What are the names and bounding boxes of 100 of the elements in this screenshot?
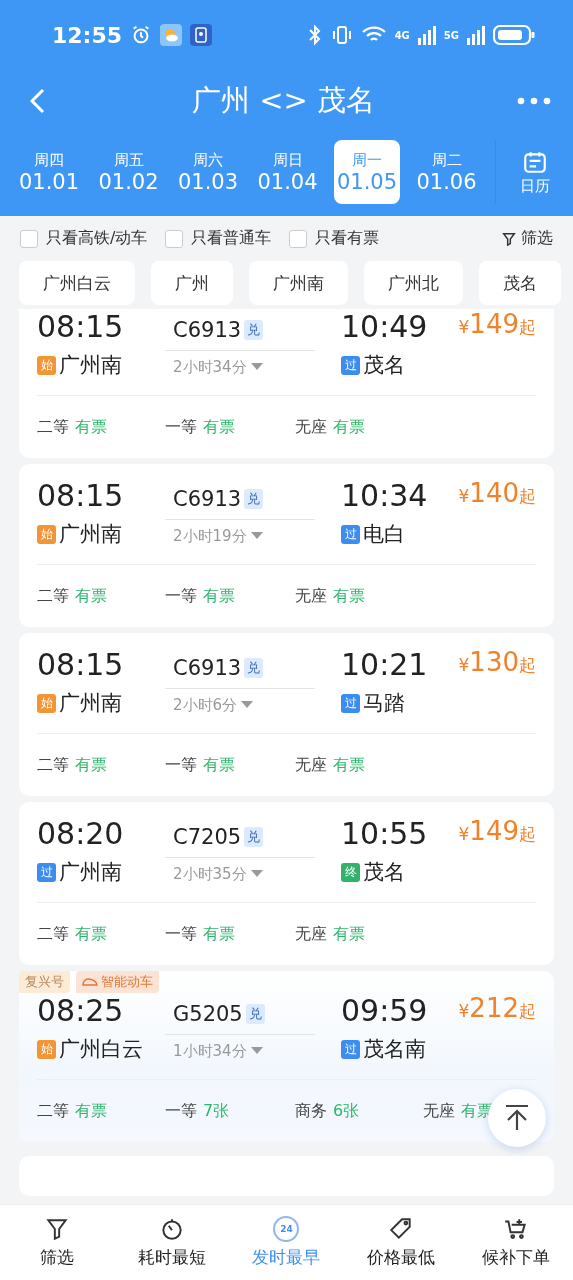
- exchange-tag: 兑: [244, 319, 264, 340]
- checkbox[interactable]: [20, 229, 38, 248]
- arrival-station: 茂名南: [363, 1036, 426, 1063]
- price: ¥149起: [458, 816, 536, 848]
- train-card[interactable]: 08:15 C6913 兑 10:49 ¥149起 始 广州南 2小时34分 过 茂名 二等 有票 一等 有票 无座 有票: [19, 309, 554, 458]
- app-icon: [190, 24, 213, 46]
- arrival-time: 10:49: [341, 309, 428, 344]
- seat-class: 无座: [295, 754, 327, 776]
- seat-class: 一等: [165, 923, 197, 945]
- arrival-station: 电白: [363, 521, 405, 548]
- price: ¥140起: [458, 478, 536, 510]
- seat-class: 一等: [165, 1100, 197, 1122]
- more-icon[interactable]: [517, 96, 551, 106]
- seat-class: 二等: [37, 1100, 69, 1122]
- train-card[interactable]: 08:20 C7205 兑 10:55 ¥149起 过 广州南 2小时35分 终 茂名 二等 有票 一等 有票 无座 有票: [19, 802, 554, 965]
- train-card[interactable]: 08:15 C6913 兑 10:34 ¥140起 始 广州南 2小时19分 过 电白 二等 有票 一等 有票 无座 有票: [19, 464, 554, 627]
- station-tag: 过: [341, 693, 360, 713]
- weather-app-icon: [160, 24, 183, 46]
- arrival-time: 10:34: [341, 478, 428, 513]
- station-chip[interactable]: 广州北: [364, 261, 463, 305]
- station-tag: 过: [341, 524, 360, 544]
- exchange-tag: 兑: [244, 657, 264, 678]
- departure-time: 08:20: [37, 816, 125, 852]
- seat-class: 无座: [295, 923, 327, 945]
- seat-class: 二等: [37, 754, 69, 776]
- route-title: 广州 <> 茂名: [190, 82, 376, 119]
- dropdown-icon[interactable]: [250, 1047, 263, 1055]
- station-tag: 终: [341, 862, 360, 882]
- badge-label: 复兴号: [25, 973, 64, 991]
- dropdown-icon[interactable]: [250, 363, 263, 371]
- seat-availability: 有票: [75, 585, 107, 607]
- bluetooth-icon: [306, 24, 323, 46]
- signal-icon: [417, 25, 436, 45]
- checkbox-label[interactable]: 只看高铁/动车: [46, 228, 148, 249]
- train-number: C6913: [173, 654, 242, 682]
- price: ¥212起: [458, 993, 536, 1025]
- price: ¥149起: [458, 309, 536, 341]
- network-label: 4G: [394, 29, 410, 41]
- seat-availability: 6张: [333, 1100, 360, 1122]
- seat-class: 一等: [165, 585, 197, 607]
- exchange-tag: 兑: [244, 488, 264, 509]
- sort-tab[interactable]: 耗时最短: [114, 1205, 230, 1280]
- seat-class: 二等: [37, 923, 69, 945]
- station-tag: 始: [37, 693, 56, 713]
- date-label: 01.02: [98, 169, 159, 194]
- weekday-label: 周二: [431, 150, 462, 170]
- departure-time: 08:25: [37, 993, 125, 1029]
- seat-availability: 有票: [333, 585, 365, 607]
- date-label: 01.05: [336, 169, 398, 194]
- weekday-label: 周五: [113, 150, 144, 170]
- exchange-tag: 兑: [244, 826, 264, 847]
- checkbox[interactable]: [289, 229, 308, 248]
- seat-class: 商务: [295, 1100, 327, 1122]
- checkbox[interactable]: [165, 229, 184, 248]
- checkbox-label[interactable]: 只看有票: [315, 228, 380, 249]
- weekday-label: 周六: [193, 150, 223, 170]
- train-card[interactable]: 08:15 C6913 兑 10:21 ¥130起 始 广州南 2小时6分 过 马踏 二等 有票 一等 有票 无座 有票: [19, 633, 554, 796]
- sort-tab[interactable]: 筛选: [0, 1205, 115, 1280]
- arrival-station: 茂名: [363, 859, 405, 886]
- date-label: 01.06: [416, 169, 477, 194]
- station-chip[interactable]: 广州: [151, 261, 233, 305]
- clock-badge-icon: 24: [273, 1216, 300, 1242]
- checkbox-label[interactable]: 只看普通车: [191, 228, 272, 249]
- badge-label: 智能动车: [101, 973, 153, 991]
- seat-availability: 有票: [75, 1100, 107, 1122]
- station-chip[interactable]: 茂名: [479, 261, 561, 305]
- station-tag: 始: [37, 355, 56, 375]
- station-chip[interactable]: 广州南: [249, 261, 348, 305]
- seat-availability: 有票: [203, 416, 235, 438]
- train-number: C7205: [173, 823, 242, 851]
- dropdown-icon[interactable]: [250, 532, 263, 540]
- departure-time: 08:15: [37, 478, 125, 514]
- weekday-label: 周四: [34, 150, 64, 170]
- seat-availability: 有票: [203, 754, 235, 776]
- dropdown-icon[interactable]: [250, 870, 263, 878]
- signal-icon: [467, 25, 485, 45]
- weekday-label: 周日: [272, 150, 303, 170]
- station-tag: 始: [37, 524, 56, 544]
- sort-tab[interactable]: 候补下单: [458, 1205, 573, 1280]
- train-number: C6913: [173, 485, 242, 513]
- departure-station: 广州南: [59, 859, 122, 886]
- date-label: 01.01: [18, 169, 80, 194]
- seat-class: 无座: [423, 1100, 455, 1122]
- seat-availability: 有票: [333, 923, 365, 945]
- vibrate-icon: [330, 24, 353, 46]
- status-time: 12:55: [52, 22, 123, 48]
- filter-icon[interactable]: [501, 230, 517, 247]
- weekday-label: 周一: [352, 150, 382, 170]
- arrival-time: 09:59: [341, 993, 428, 1028]
- station-chip[interactable]: 广州白云: [19, 261, 135, 305]
- dropdown-icon[interactable]: [241, 701, 254, 709]
- filter-link[interactable]: 筛选: [521, 228, 553, 249]
- departure-station: 广州南: [59, 690, 122, 717]
- seat-availability: 有票: [75, 416, 107, 438]
- arrival-time: 10:55: [341, 816, 428, 851]
- seat-availability: 有票: [203, 585, 235, 607]
- price: ¥130起: [458, 647, 536, 679]
- seat-availability: 有票: [333, 416, 365, 438]
- seat-availability: 7张: [203, 1100, 230, 1122]
- sort-tab[interactable]: 价格最低: [343, 1205, 459, 1280]
